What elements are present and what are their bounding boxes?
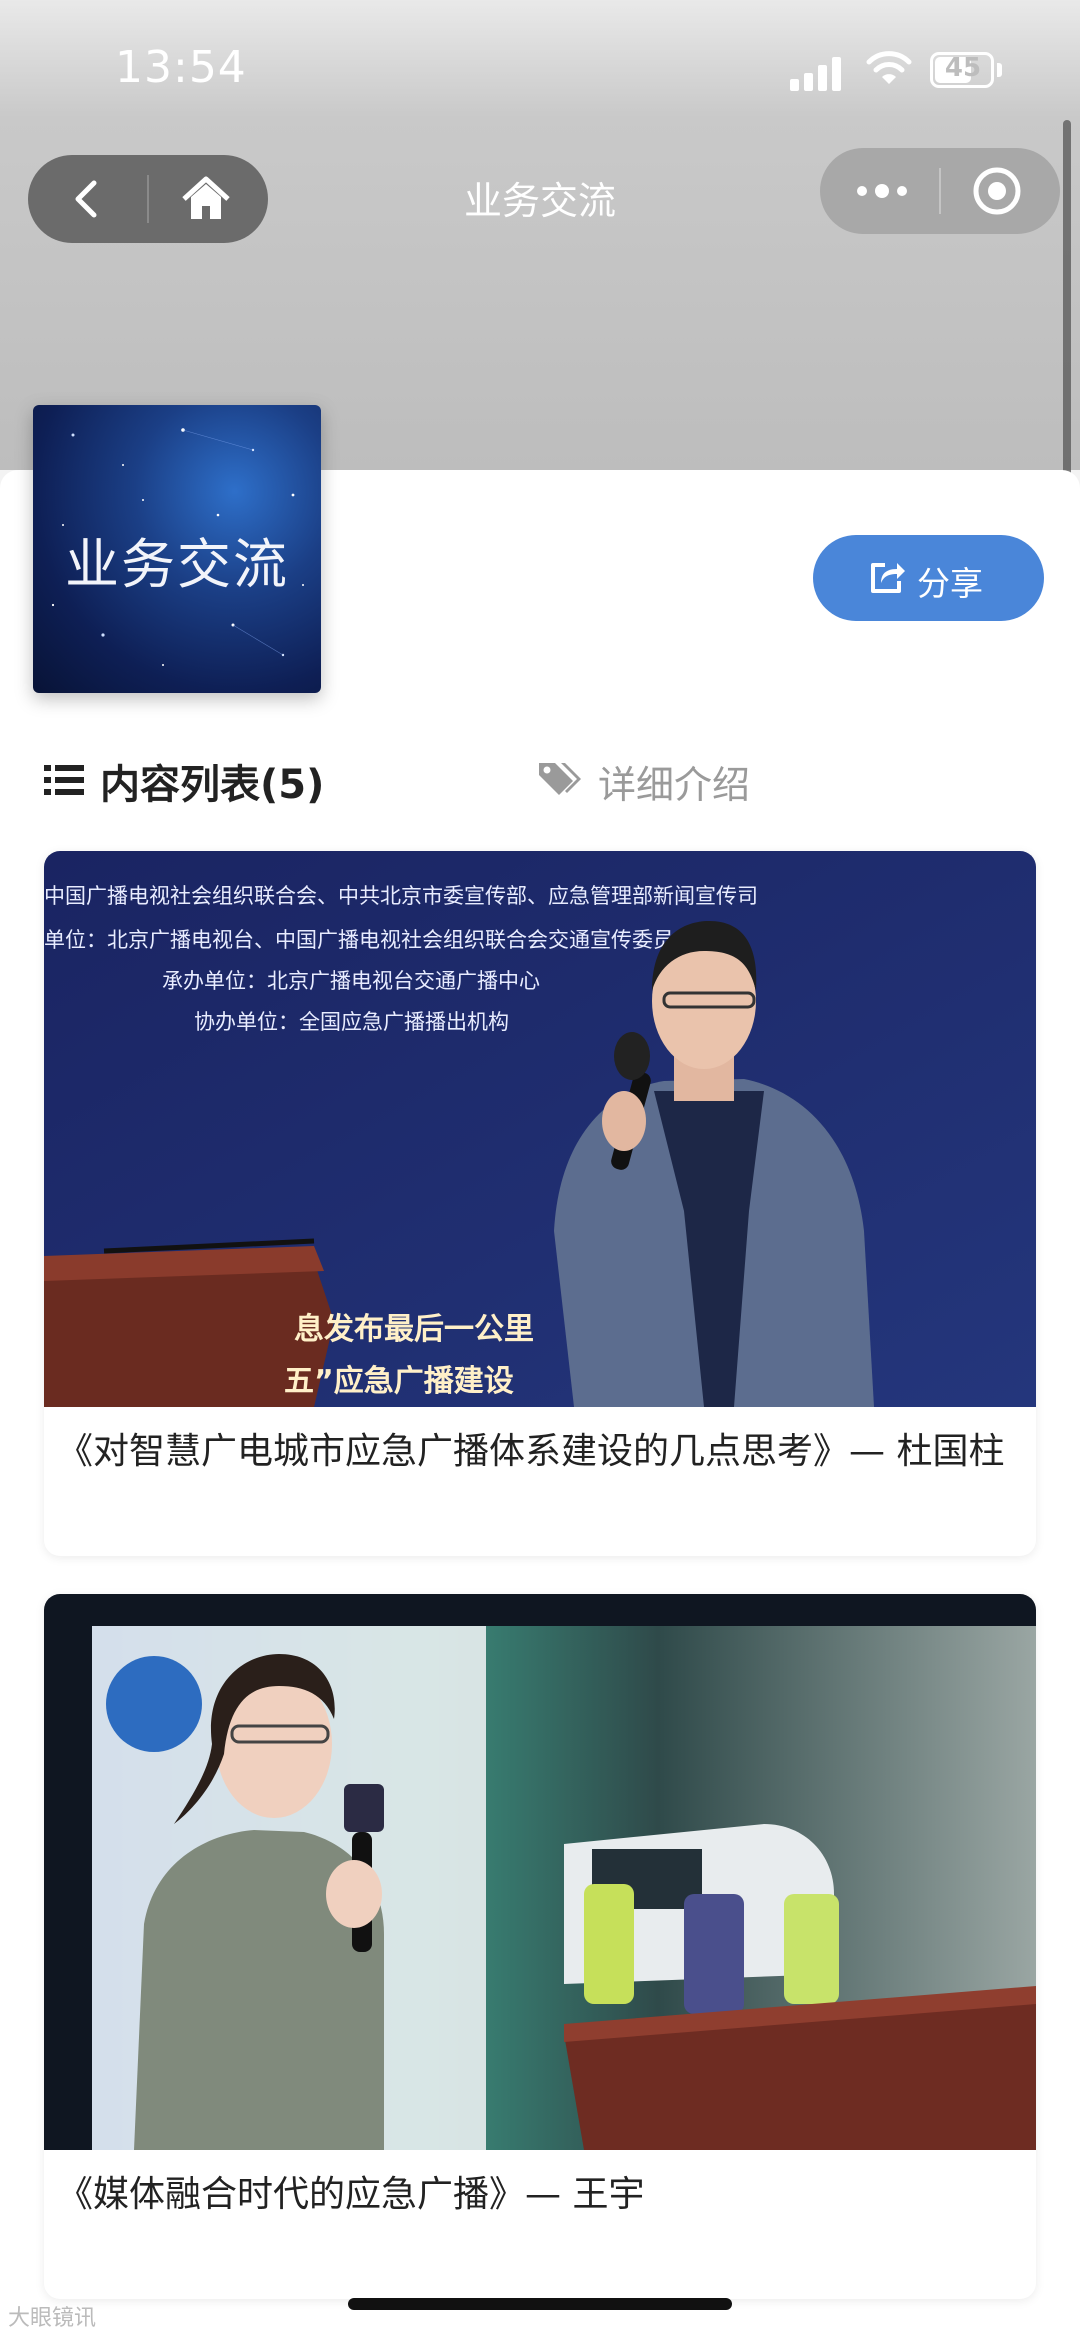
list-item[interactable]: 《媒体融合时代的应急广播》— 王宇 — [44, 1594, 1036, 2299]
list-item[interactable]: 中国广播电视社会组织联合会、中共北京市委宣传部、应急管理部新闻宣传司 单位：北京… — [44, 851, 1036, 1556]
battery-tip — [997, 63, 1002, 77]
tab-detail[interactable]: 详细介绍 — [598, 754, 750, 809]
item-photo: 中国广播电视社会组织联合会、中共北京市委宣传部、应急管理部新闻宣传司 单位：北京… — [44, 851, 1036, 1407]
tags-icon — [539, 763, 581, 795]
tab-content-list[interactable]: 内容列表(5) — [100, 752, 324, 810]
share-icon — [871, 563, 905, 593]
photo-line-3: 承办单位：北京广播电视台交通广播中心 — [162, 969, 540, 993]
wifi-icon — [866, 51, 912, 84]
menu-capsule — [820, 148, 1060, 234]
home-indicator[interactable] — [348, 2298, 732, 2310]
battery-level: 45 — [944, 53, 982, 83]
close-mini-program-icon[interactable] — [970, 164, 1024, 218]
item-title: 《媒体融合时代的应急广播》— 王宇 — [57, 2174, 645, 2215]
watermark: 大眼镜讯 — [8, 2306, 97, 2331]
photo-line-2: 单位：北京广播电视台、中国广播电视社会组织联合会交通宣传委员会 — [44, 928, 695, 952]
list-icon — [44, 765, 84, 795]
photo-banner-1: 息发布最后一公里 — [294, 1312, 534, 1347]
photo-banner-2: 五”应急广播建设 — [284, 1364, 514, 1399]
item-title: 《对智慧广电城市应急广播体系建设的几点思考》— 杜国柱 — [57, 1431, 1005, 1472]
photo-line-4: 协办单位：全国应急广播播出机构 — [194, 1010, 509, 1034]
status-time: 13:54 — [115, 42, 247, 93]
status-bar: 13:54 45 — [0, 0, 1080, 140]
item-photo — [44, 1594, 1036, 2150]
signal-icon — [790, 55, 846, 91]
battery-icon: 45 — [930, 52, 994, 88]
share-label: 分享 — [917, 564, 983, 603]
more-icon[interactable] — [852, 174, 912, 208]
menu-divider — [939, 168, 941, 214]
cover-image: 业务交流 — [33, 405, 321, 693]
cover-title: 业务交流 — [65, 533, 289, 596]
share-button[interactable]: 分享 — [813, 535, 1044, 621]
photo-line-1: 中国广播电视社会组织联合会、中共北京市委宣传部、应急管理部新闻宣传司 — [44, 884, 758, 908]
